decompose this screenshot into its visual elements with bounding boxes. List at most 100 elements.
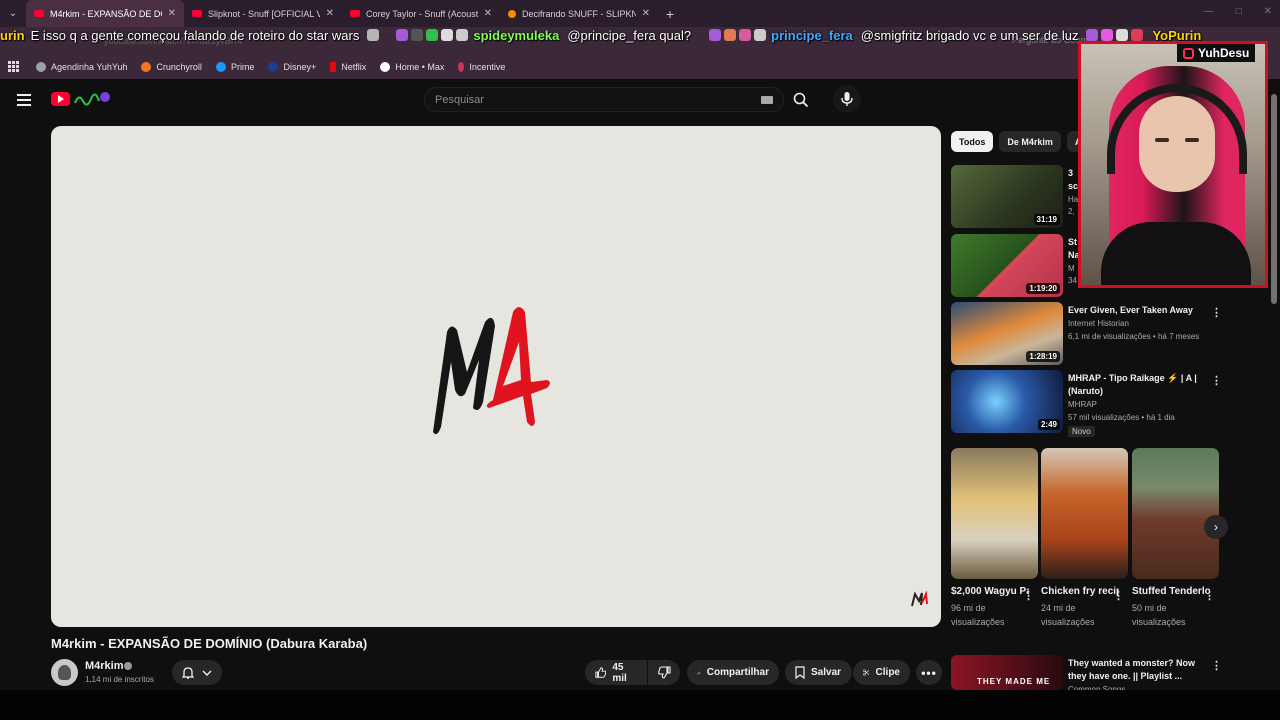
filter-chips: Todos De M4rkim A (951, 131, 1090, 152)
channel-name[interactable]: M (1068, 264, 1075, 273)
avatar[interactable] (51, 659, 78, 686)
channel-watermark-icon[interactable] (911, 591, 929, 607)
crunchyroll-icon (141, 61, 152, 72)
youtube-icon (34, 10, 44, 17)
window-close-icon[interactable]: ✕ (1264, 6, 1272, 17)
chat-username: principe_fera (771, 27, 853, 43)
close-icon[interactable]: ✕ (484, 8, 492, 19)
more-vertical-icon[interactable]: ⋮ (1211, 659, 1222, 672)
new-badge: Novo (1068, 426, 1095, 437)
save-label: Salvar (811, 667, 842, 678)
apps-grid-icon[interactable] (8, 60, 20, 73)
video-thumbnail[interactable]: 1:19:20 (951, 234, 1063, 297)
thumbs-up-icon (595, 667, 607, 678)
channel-name[interactable]: M4rkim (85, 660, 124, 672)
youtube-icon (350, 10, 360, 17)
short-item[interactable]: Chicken fry recipe 24 mi de visualizaçõe… (1041, 448, 1128, 638)
more-vertical-icon[interactable]: ⋮ (1023, 589, 1034, 602)
thumbs-down-icon (657, 666, 671, 679)
short-thumbnail[interactable] (951, 448, 1038, 579)
short-thumbnail[interactable] (1041, 448, 1128, 579)
tab-slipknot[interactable]: Slipknot - Snuff [OFFICIAL VIDE ✕ (184, 0, 342, 27)
video-title: M4rkim - EXPANSÃO DE DOMÍNIO (Dabura Kar… (51, 636, 368, 651)
duration-badge: 31:19 (1033, 214, 1060, 225)
minimize-icon[interactable]: — (1204, 6, 1214, 17)
handle-label: YuhDesu (1198, 46, 1250, 60)
search-box[interactable] (424, 87, 784, 112)
like-count: 45 mil (612, 661, 627, 684)
chevron-right-icon[interactable]: › (1204, 515, 1228, 539)
new-tab-button[interactable]: + (658, 6, 682, 22)
short-item[interactable]: Stuffed Tenderloin ... 50 mi de visualiz… (1132, 448, 1219, 638)
bookmark-agendinha[interactable]: Agendinha YuhYuh (36, 61, 127, 72)
video-thumbnail[interactable]: 1:28:19 (951, 302, 1063, 365)
video-stats: 57 mil visualizações • há 1 dia (1068, 413, 1175, 422)
share-button[interactable]: Compartilhar (687, 660, 779, 685)
streamer-face (1139, 96, 1215, 192)
close-icon[interactable]: ✕ (642, 8, 650, 19)
short-thumbnail[interactable] (1132, 448, 1219, 579)
video-stats: 2, (1068, 207, 1075, 216)
emote-icon (367, 29, 380, 41)
menu-icon[interactable] (17, 94, 31, 109)
bookmark-prime[interactable]: Prime (215, 61, 254, 72)
more-vertical-icon[interactable]: ⋮ (1211, 374, 1222, 387)
list-item[interactable]: 1:28:19 Ever Given, Ever Taken Away Inte… (951, 302, 1222, 366)
channel-name[interactable]: Internet Historian (1068, 319, 1129, 328)
chat-message: @principe_fera qual? (567, 27, 692, 43)
search-button[interactable] (786, 87, 816, 112)
badge-icon (709, 29, 722, 41)
duration-badge: 1:19:20 (1026, 283, 1060, 294)
bookmark-disney[interactable]: Disney+ (268, 61, 316, 72)
clip-button[interactable]: Clipe (853, 660, 910, 685)
scrollbar-thumb[interactable] (1271, 94, 1277, 304)
tab-decifrando[interactable]: Decifrando SNUFF - SLIPKN ✕ (500, 0, 658, 27)
bookmark-max[interactable]: Home • Max (380, 61, 444, 72)
youtube-logo[interactable] (51, 91, 111, 107)
globe-icon (36, 61, 46, 72)
like-button[interactable]: 45 mil (585, 660, 647, 685)
keyboard-icon[interactable] (761, 96, 773, 104)
bookmark-incentive[interactable]: Incentive (458, 61, 505, 72)
video-thumbnail[interactable]: THEY MADE ME (951, 655, 1063, 690)
close-icon[interactable]: ✕ (168, 8, 176, 19)
video-thumbnail[interactable]: 31:19 (951, 165, 1063, 228)
video-title: Ever Given, Ever Taken Away (1068, 305, 1193, 315)
dislike-button[interactable] (648, 660, 680, 685)
share-label: Compartilhar (706, 667, 769, 678)
chip-de-m4rkim[interactable]: De M4rkim (999, 131, 1061, 152)
list-item[interactable]: 2:49 MHRAP - Tipo Raikage ⚡ | A | (Narut… (951, 370, 1222, 437)
maximize-icon[interactable]: □ (1236, 6, 1242, 17)
badge-icon (441, 29, 454, 41)
subscriber-count: 1,14 mi de inscritos (85, 675, 154, 684)
more-actions-button[interactable]: ••• (916, 660, 942, 685)
disney-icon (268, 61, 279, 72)
short-title: $2,000 Wagyu Par... (951, 586, 1029, 597)
close-icon[interactable]: ✕ (326, 8, 334, 19)
save-button[interactable]: Salvar (785, 660, 852, 685)
channel-name[interactable]: MHRAP (1068, 400, 1097, 409)
short-views: 50 mi de visualizações (1132, 603, 1186, 627)
tab-m4rkim[interactable]: M4rkim - EXPANSÃO DE DOMÍ ✕ (26, 0, 184, 27)
tab-search-chevron-icon[interactable]: ⌄ (0, 0, 26, 27)
video-thumbnail[interactable]: 2:49 (951, 370, 1063, 433)
badge-icon (754, 29, 767, 41)
notification-bell-button[interactable] (172, 660, 222, 685)
badge-icon (739, 29, 752, 41)
scrollbar[interactable] (1271, 84, 1277, 684)
bookmark-crunchyroll[interactable]: Crunchyroll (141, 61, 202, 72)
more-vertical-icon[interactable]: ⋮ (1204, 589, 1215, 602)
more-vertical-icon[interactable]: ⋮ (1211, 306, 1222, 319)
search-input[interactable] (435, 93, 735, 106)
voice-search-button[interactable] (833, 85, 861, 113)
badge-icon (1116, 29, 1129, 41)
video-player[interactable] (51, 126, 941, 627)
chip-todos[interactable]: Todos (951, 131, 994, 152)
channel-name[interactable]: Ha (1068, 195, 1078, 204)
browser-tab-strip: ⌄ M4rkim - EXPANSÃO DE DOMÍ ✕ Slipknot -… (0, 0, 1280, 27)
bookmark-netflix[interactable]: Netflix (330, 61, 366, 72)
prime-icon (215, 61, 226, 72)
more-vertical-icon[interactable]: ⋮ (1113, 589, 1124, 602)
short-item[interactable]: $2,000 Wagyu Par... 96 mi de visualizaçõ… (951, 448, 1038, 638)
tab-corey-taylor[interactable]: Corey Taylor - Snuff (Acoustic) ✕ (342, 0, 500, 27)
